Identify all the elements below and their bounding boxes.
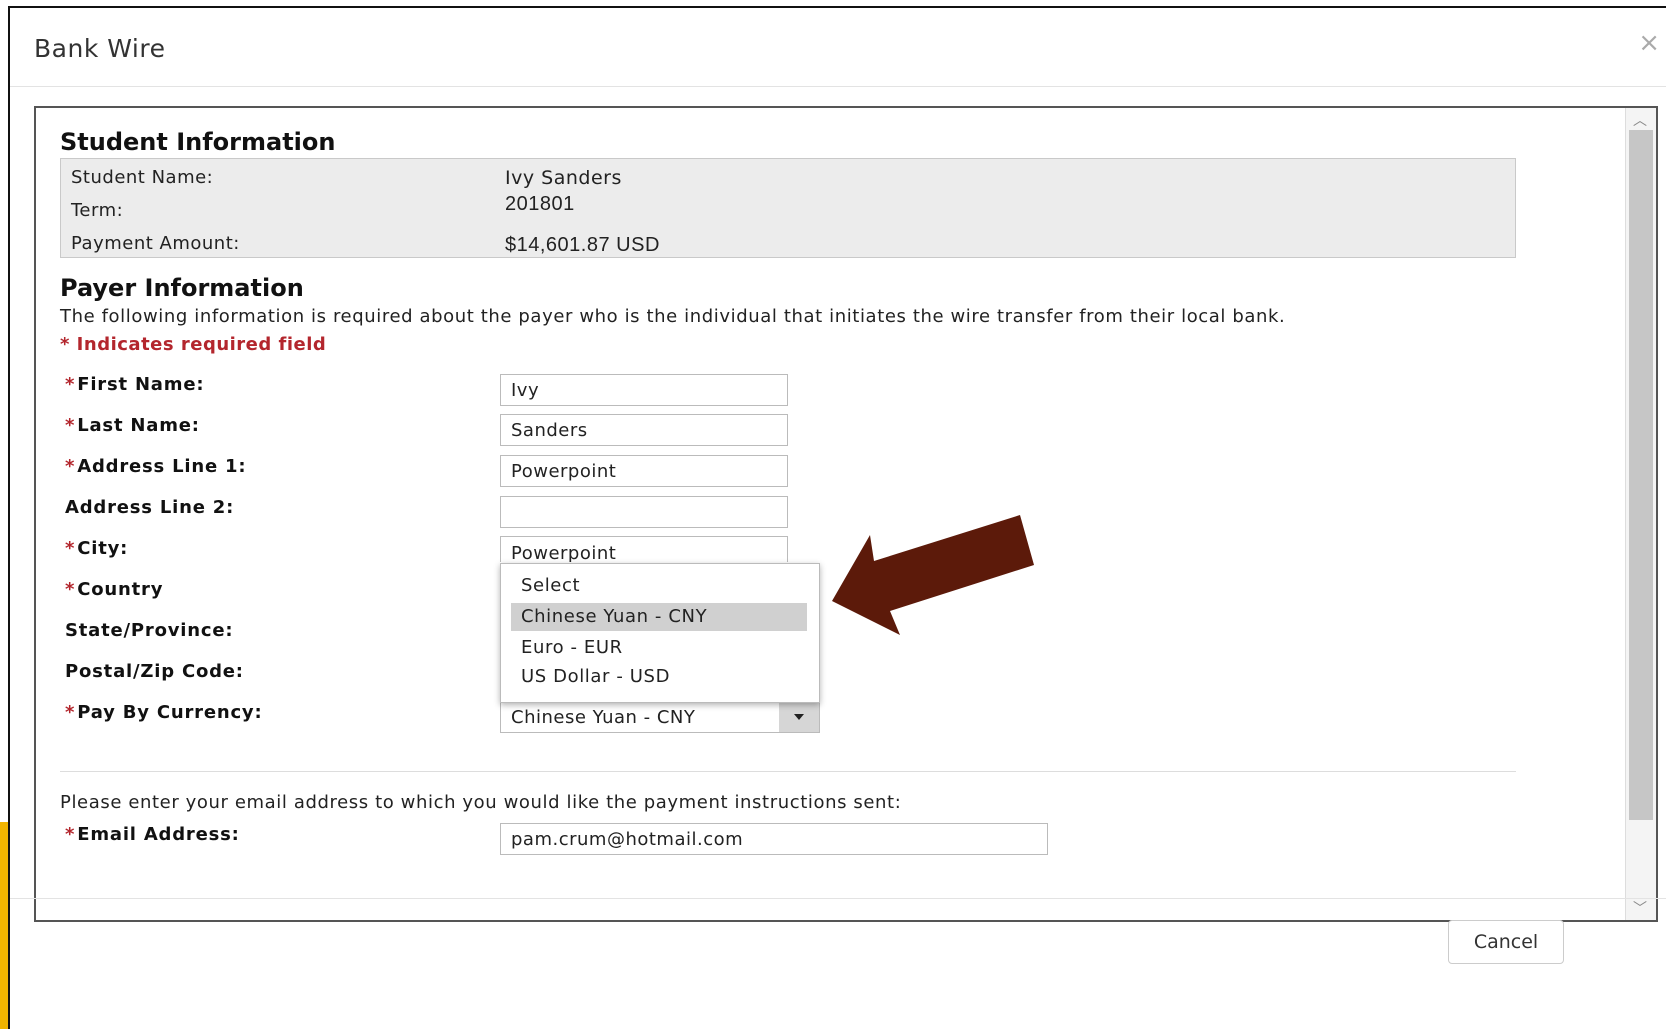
payment-amount-label: Payment Amount:	[71, 233, 240, 254]
header-divider	[10, 86, 1666, 87]
student-name-value: Ivy Sanders	[505, 167, 622, 189]
required-marker: *	[65, 538, 76, 559]
city-label: * City:	[65, 538, 129, 559]
arrow-annotation-icon	[832, 515, 1034, 635]
required-marker: *	[65, 374, 76, 395]
email-label: * Email Address:	[65, 824, 240, 845]
address-line2-label: Address Line 2:	[65, 497, 235, 518]
currency-option-usd[interactable]: US Dollar - USD	[511, 663, 807, 691]
form-frame: Student Information Student Name: Ivy Sa…	[34, 106, 1658, 922]
vertical-scrollbar[interactable]: ︿ ﹀	[1625, 108, 1656, 920]
address-line1-input[interactable]	[500, 455, 788, 487]
currency-option-select[interactable]: Select	[511, 572, 807, 600]
term-value: 201801	[505, 193, 575, 215]
last-name-label: * Last Name:	[65, 415, 200, 436]
currency-selected-value: Chinese Yuan - CNY	[511, 707, 696, 728]
city-input[interactable]	[500, 536, 788, 562]
email-description: Please enter your email address to which…	[60, 792, 902, 813]
scrollbar-thumb[interactable]	[1629, 130, 1653, 820]
currency-dropdown-list: Select Chinese Yuan - CNY Euro - EUR US …	[500, 563, 820, 703]
student-info-heading: Student Information	[60, 128, 336, 156]
country-label: * Country	[65, 579, 164, 600]
payment-amount-value: $14,601.87 USD	[505, 234, 660, 256]
scroll-down-icon[interactable]: ﹀	[1633, 898, 1647, 918]
close-icon[interactable]: ×	[1638, 28, 1660, 58]
required-marker: *	[65, 702, 76, 723]
currency-label: * Pay By Currency:	[65, 702, 263, 723]
address-line2-input[interactable]	[500, 496, 788, 528]
currency-option-cny[interactable]: Chinese Yuan - CNY	[511, 603, 807, 631]
currency-select[interactable]: Chinese Yuan - CNY	[500, 701, 820, 733]
chevron-down-icon[interactable]	[779, 702, 819, 732]
required-marker: *	[65, 824, 76, 845]
required-marker: *	[65, 579, 76, 600]
state-label: State/Province:	[65, 620, 234, 641]
last-name-input[interactable]	[500, 414, 788, 446]
first-name-label: * First Name:	[65, 374, 205, 395]
student-name-label: Student Name:	[71, 167, 214, 188]
address-line1-label: * Address Line 1:	[65, 456, 247, 477]
currency-option-eur[interactable]: Euro - EUR	[511, 634, 807, 662]
required-marker: *	[65, 415, 76, 436]
postal-label: Postal/Zip Code:	[65, 661, 244, 682]
payer-description: The following information is required ab…	[60, 306, 1286, 327]
arrow-shape	[832, 515, 1034, 635]
payer-info-heading: Payer Information	[60, 274, 304, 302]
cancel-button[interactable]: Cancel	[1448, 920, 1564, 964]
section-divider	[60, 771, 1516, 772]
dialog-title: Bank Wire	[34, 34, 166, 63]
scroll-up-icon[interactable]: ︿	[1633, 110, 1647, 130]
email-input[interactable]	[500, 823, 1048, 855]
city-field-clip	[500, 536, 788, 562]
required-marker: *	[65, 456, 76, 477]
student-info-box: Student Name: Ivy Sanders Term: 201801 P…	[60, 158, 1516, 258]
footer-divider	[10, 898, 1666, 899]
first-name-input[interactable]	[500, 374, 788, 406]
term-label: Term:	[71, 200, 124, 221]
required-field-note: * Indicates required field	[60, 334, 327, 355]
